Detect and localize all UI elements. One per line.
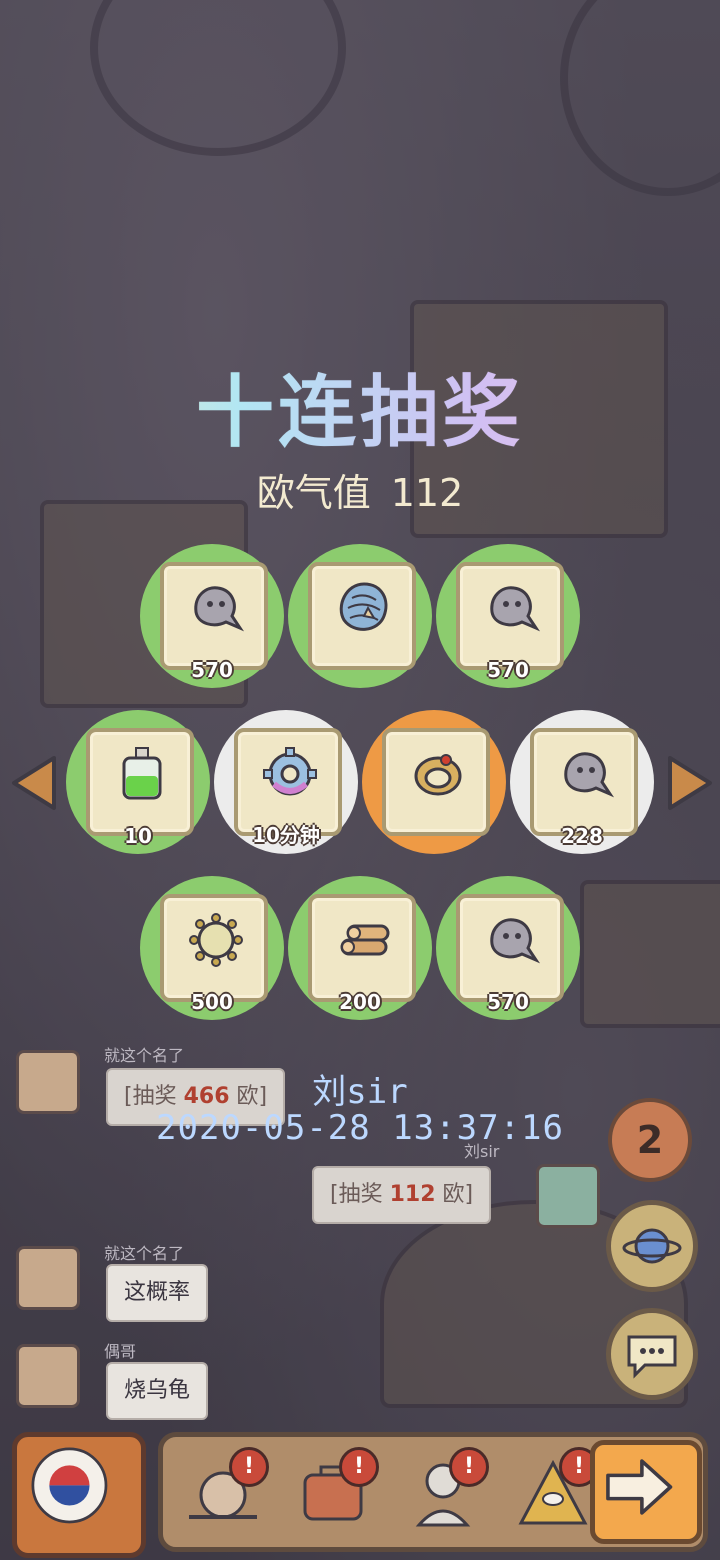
luck-amount: 112 [389, 1182, 436, 1207]
reward-card [308, 894, 416, 1002]
round-counter-badge[interactable]: 2 [608, 1098, 692, 1182]
reward-quantity: 10分钟 [252, 823, 320, 847]
flag-icon [31, 1447, 108, 1524]
overlay-username: 刘sir [312, 1072, 408, 1112]
chat-bubble: 烧乌龟 [106, 1362, 209, 1420]
next-button[interactable] [590, 1440, 702, 1544]
ghost-icon [564, 752, 615, 798]
wood-icon [340, 924, 390, 956]
chat-bubble: 这概率 [106, 1264, 209, 1322]
reward-slot[interactable]: 500 [140, 876, 284, 1020]
reward-slot[interactable]: 10 [66, 710, 210, 854]
reward-quantity: 570 [191, 658, 233, 682]
reward-slot[interactable]: 200 [288, 876, 432, 1020]
chat-button[interactable] [606, 1308, 698, 1400]
planet-icon [622, 1228, 682, 1264]
reward-quantity: 570 [487, 658, 529, 682]
reward-card [456, 562, 564, 670]
ghost-icon [194, 586, 245, 632]
chat-text: 欧] [435, 1182, 474, 1207]
luck-value: 112 [390, 471, 464, 515]
alert-badge: ! [339, 1447, 379, 1487]
page-title: 十连抽奖 [0, 350, 720, 462]
bag-button[interactable]: ! [287, 1447, 379, 1531]
reward-slot[interactable] [362, 710, 506, 854]
alert-badge: ! [449, 1447, 489, 1487]
reward-card [160, 894, 268, 1002]
reward-card [456, 894, 564, 1002]
chat-username: 就这个名了 [104, 1244, 185, 1263]
reward-card [382, 728, 490, 836]
reward-card [160, 562, 268, 670]
avatar[interactable] [16, 1344, 80, 1408]
arrow-right-icon[interactable] [664, 752, 716, 814]
reward-card [86, 728, 194, 836]
flag-button[interactable] [12, 1432, 146, 1558]
snail-button[interactable]: ! [177, 1447, 269, 1531]
planet-button[interactable] [606, 1200, 698, 1292]
avatar[interactable] [536, 1164, 600, 1228]
chat-username: 偶哥 [104, 1342, 137, 1361]
ghost-icon [490, 586, 541, 632]
ghost-icon [490, 918, 541, 964]
chat-username: 就这个名了 [104, 1046, 185, 1065]
potion-icon [122, 747, 162, 800]
reward-slot[interactable]: 570 [436, 876, 580, 1020]
ring-icon [414, 754, 462, 796]
reward-card [308, 562, 416, 670]
avatar[interactable] [16, 1246, 80, 1310]
reward-slot[interactable]: 228 [510, 710, 654, 854]
reward-slot[interactable]: 10分钟 [214, 710, 358, 854]
reward-card [530, 728, 638, 836]
pyramid-button[interactable]: ! [507, 1447, 599, 1531]
reward-slot[interactable]: 570 [140, 544, 284, 688]
reward-quantity: 200 [339, 990, 381, 1014]
arrow-left-icon[interactable] [8, 752, 60, 814]
chat-text: [抽奖 [330, 1182, 390, 1207]
reward-quantity: 228 [561, 824, 603, 848]
chat-username: 刘sir [464, 1142, 500, 1161]
reward-quantity: 570 [487, 990, 529, 1014]
chat-bubble: [抽奖 112 欧] [312, 1166, 492, 1224]
chat-bubble-icon [627, 1335, 677, 1379]
alert-badge: ! [229, 1447, 269, 1487]
virus-icon [189, 913, 243, 967]
reward-quantity: 500 [191, 990, 233, 1014]
luck-label: 欧气值 [256, 471, 371, 515]
shell-icon [339, 582, 388, 631]
statue-button[interactable]: ! [397, 1447, 489, 1531]
reward-quantity: 10 [124, 824, 152, 848]
reward-slot[interactable]: 570 [436, 544, 580, 688]
gear-icon [263, 747, 317, 796]
luck-value-row: 欧气值 112 [0, 462, 720, 517]
arrow-right-icon [606, 1459, 673, 1515]
reward-slot[interactable] [288, 544, 432, 688]
